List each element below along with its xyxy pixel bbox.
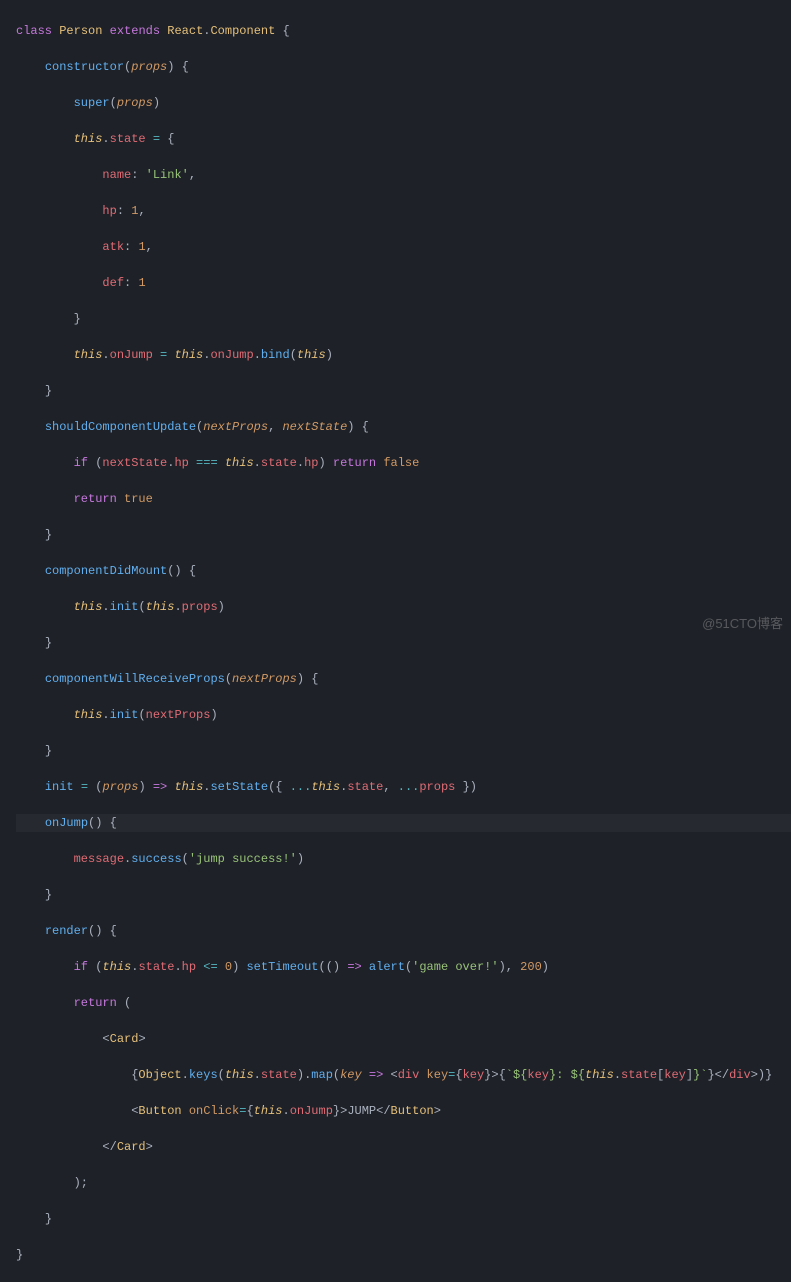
code-line: if (this.state.hp <= 0) setTimeout(() =>… xyxy=(16,958,791,976)
code-line: this.onJump = this.onJump.bind(this) xyxy=(16,346,791,364)
code-line: } xyxy=(16,1246,791,1264)
code-line: <Button onClick={this.onJump}>JUMP</Butt… xyxy=(16,1102,791,1120)
code-line: } xyxy=(16,1210,791,1228)
code-line: componentDidMount() { xyxy=(16,562,791,580)
code-line: super(props) xyxy=(16,94,791,112)
code-line: } xyxy=(16,310,791,328)
code-line: class Person extends React.Component { xyxy=(16,22,791,40)
code-line: shouldComponentUpdate(nextProps, nextSta… xyxy=(16,418,791,436)
code-line: this.init(this.props) xyxy=(16,598,791,616)
code-line: def: 1 xyxy=(16,274,791,292)
code-line: ); xyxy=(16,1174,791,1192)
code-line: this.state = { xyxy=(16,130,791,148)
code-line: atk: 1, xyxy=(16,238,791,256)
code-line: if (nextState.hp === this.state.hp) retu… xyxy=(16,454,791,472)
code-line: constructor(props) { xyxy=(16,58,791,76)
code-line: } xyxy=(16,526,791,544)
code-line: this.init(nextProps) xyxy=(16,706,791,724)
code-line: } xyxy=(16,382,791,400)
code-line: {Object.keys(this.state).map(key => <div… xyxy=(16,1066,791,1084)
code-editor[interactable]: class Person extends React.Component { c… xyxy=(0,0,791,1282)
code-line: return true xyxy=(16,490,791,508)
code-line: <Card> xyxy=(16,1030,791,1048)
code-line: name: 'Link', xyxy=(16,166,791,184)
code-line: init = (props) => this.setState({ ...thi… xyxy=(16,778,791,796)
code-line: componentWillReceiveProps(nextProps) { xyxy=(16,670,791,688)
code-line: render() { xyxy=(16,922,791,940)
code-line-active: onJump() { xyxy=(16,814,791,832)
code-line: </Card> xyxy=(16,1138,791,1156)
code-line: } xyxy=(16,634,791,652)
code-line: return ( xyxy=(16,994,791,1012)
code-line: message.success('jump success!') xyxy=(16,850,791,868)
code-line: } xyxy=(16,886,791,904)
code-line: hp: 1, xyxy=(16,202,791,220)
watermark: @51CTO博客 xyxy=(702,615,783,633)
code-line: } xyxy=(16,742,791,760)
